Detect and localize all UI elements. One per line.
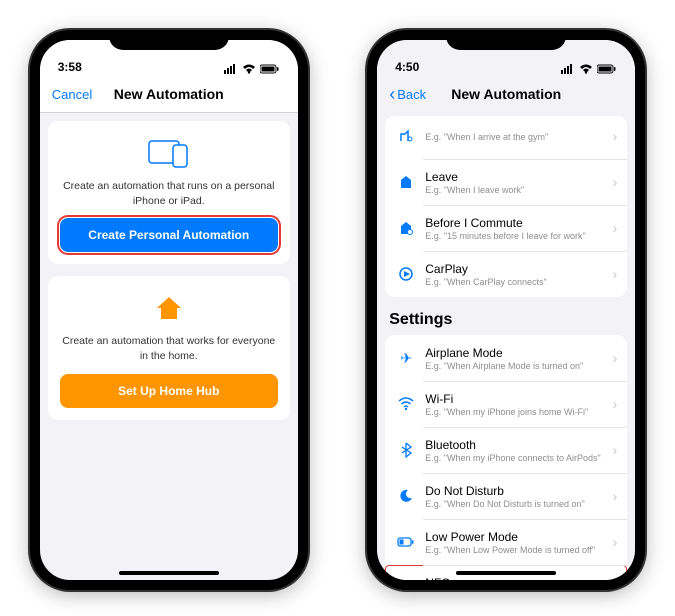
row-title: Airplane Mode [425,346,612,360]
row-leave[interactable]: LeaveE.g. "When I leave work" › [385,159,627,205]
cancel-button[interactable]: Cancel [52,87,92,102]
chevron-right-icon: › [613,128,618,144]
lowpower-icon [395,536,417,548]
home-indicator[interactable] [119,571,219,575]
status-icons [561,64,617,74]
nav-title: New Automation [114,86,224,102]
arrive-icon [395,128,417,144]
home-indicator[interactable] [456,571,556,575]
home-automation-card: Create an automation that works for ever… [48,276,290,419]
chevron-right-icon: › [613,220,618,236]
status-icons [224,64,280,74]
row-sub: E.g. "When Do Not Disturb is turned on" [425,499,612,509]
row-title: CarPlay [425,262,612,276]
settings-group: ✈︎ Airplane ModeE.g. "When Airplane Mode… [385,335,627,580]
row-sub: E.g. "When Low Power Mode is turned off" [425,545,612,555]
wifi-icon [579,64,593,74]
row-sub: E.g. "When CarPlay connects" [425,277,612,287]
create-personal-automation-button[interactable]: Create Personal Automation [60,218,278,252]
personal-automation-card: Create an automation that runs on a pers… [48,121,290,264]
commute-icon [395,220,417,236]
row-sub: E.g. "When I leave work" [425,185,612,195]
settings-header: Settings [381,307,631,335]
carplay-icon [395,266,417,282]
chevron-right-icon: › [613,174,618,190]
battery-icon [597,64,617,74]
row-title: Low Power Mode [425,530,612,544]
row-title: Before I Commute [425,216,612,230]
nav-bar: Cancel New Automation [40,76,298,113]
row-title: Leave [425,170,612,184]
row-title: Bluetooth [425,438,612,452]
chevron-right-icon: › [613,266,618,282]
row-airplane-mode[interactable]: ✈︎ Airplane ModeE.g. "When Airplane Mode… [385,335,627,381]
set-up-home-hub-button[interactable]: Set Up Home Hub [60,374,278,408]
chevron-right-icon: › [613,488,618,504]
notch [446,30,566,50]
nav-bar: ‹Back New Automation [377,76,635,112]
wifi-icon [242,64,256,74]
row-title: Wi-Fi [425,392,612,406]
home-desc: Create an automation that works for ever… [60,334,278,363]
chevron-right-icon: › [613,534,618,550]
bluetooth-icon [395,442,417,458]
row-wifi[interactable]: Wi-FiE.g. "When my iPhone joins home Wi-… [385,381,627,427]
row-sub: E.g. "When my iPhone connects to AirPods… [425,453,612,463]
devices-icon [60,135,278,171]
airplane-icon: ✈︎ [395,350,417,367]
row-sub: E.g. "15 minutes before I leave for work… [425,231,612,241]
personal-desc: Create an automation that runs on a pers… [60,179,278,208]
signal-icon [561,64,575,74]
phone-left: 3:58 Cancel New Automation Create an aut… [30,30,308,590]
signal-icon [224,64,238,74]
phone-right: 4:50 ‹Back New Automation E.g. "When I a… [367,30,645,590]
wifi-icon [395,397,417,411]
row-sub: E.g. "When my iPhone joins home Wi-Fi" [425,407,612,417]
triggers-group: E.g. "When I arrive at the gym" › LeaveE… [385,116,627,297]
home-icon [60,290,278,326]
row-title: NFC [425,576,612,581]
nav-title: New Automation [451,86,561,102]
chevron-right-icon: › [613,396,618,412]
status-time: 4:50 [395,60,419,74]
row-before-commute[interactable]: Before I CommuteE.g. "15 minutes before … [385,205,627,251]
row-do-not-disturb[interactable]: Do Not DisturbE.g. "When Do Not Disturb … [385,473,627,519]
row-carplay[interactable]: CarPlayE.g. "When CarPlay connects" › [385,251,627,297]
battery-icon [260,64,280,74]
row-bluetooth[interactable]: BluetoothE.g. "When my iPhone connects t… [385,427,627,473]
row-title: Do Not Disturb [425,484,612,498]
status-time: 3:58 [58,60,82,74]
row-sub: E.g. "When I arrive at the gym" [425,132,612,142]
dnd-icon [395,488,417,504]
row-sub: E.g. "When Airplane Mode is turned on" [425,361,612,371]
notch [109,30,229,50]
chevron-right-icon: › [613,350,618,366]
leave-icon [395,174,417,190]
row-arrive[interactable]: E.g. "When I arrive at the gym" › [385,116,627,159]
back-button[interactable]: ‹Back [389,85,426,103]
row-low-power-mode[interactable]: Low Power ModeE.g. "When Low Power Mode … [385,519,627,565]
chevron-right-icon: › [613,442,618,458]
chevron-left-icon: ‹ [389,85,395,103]
